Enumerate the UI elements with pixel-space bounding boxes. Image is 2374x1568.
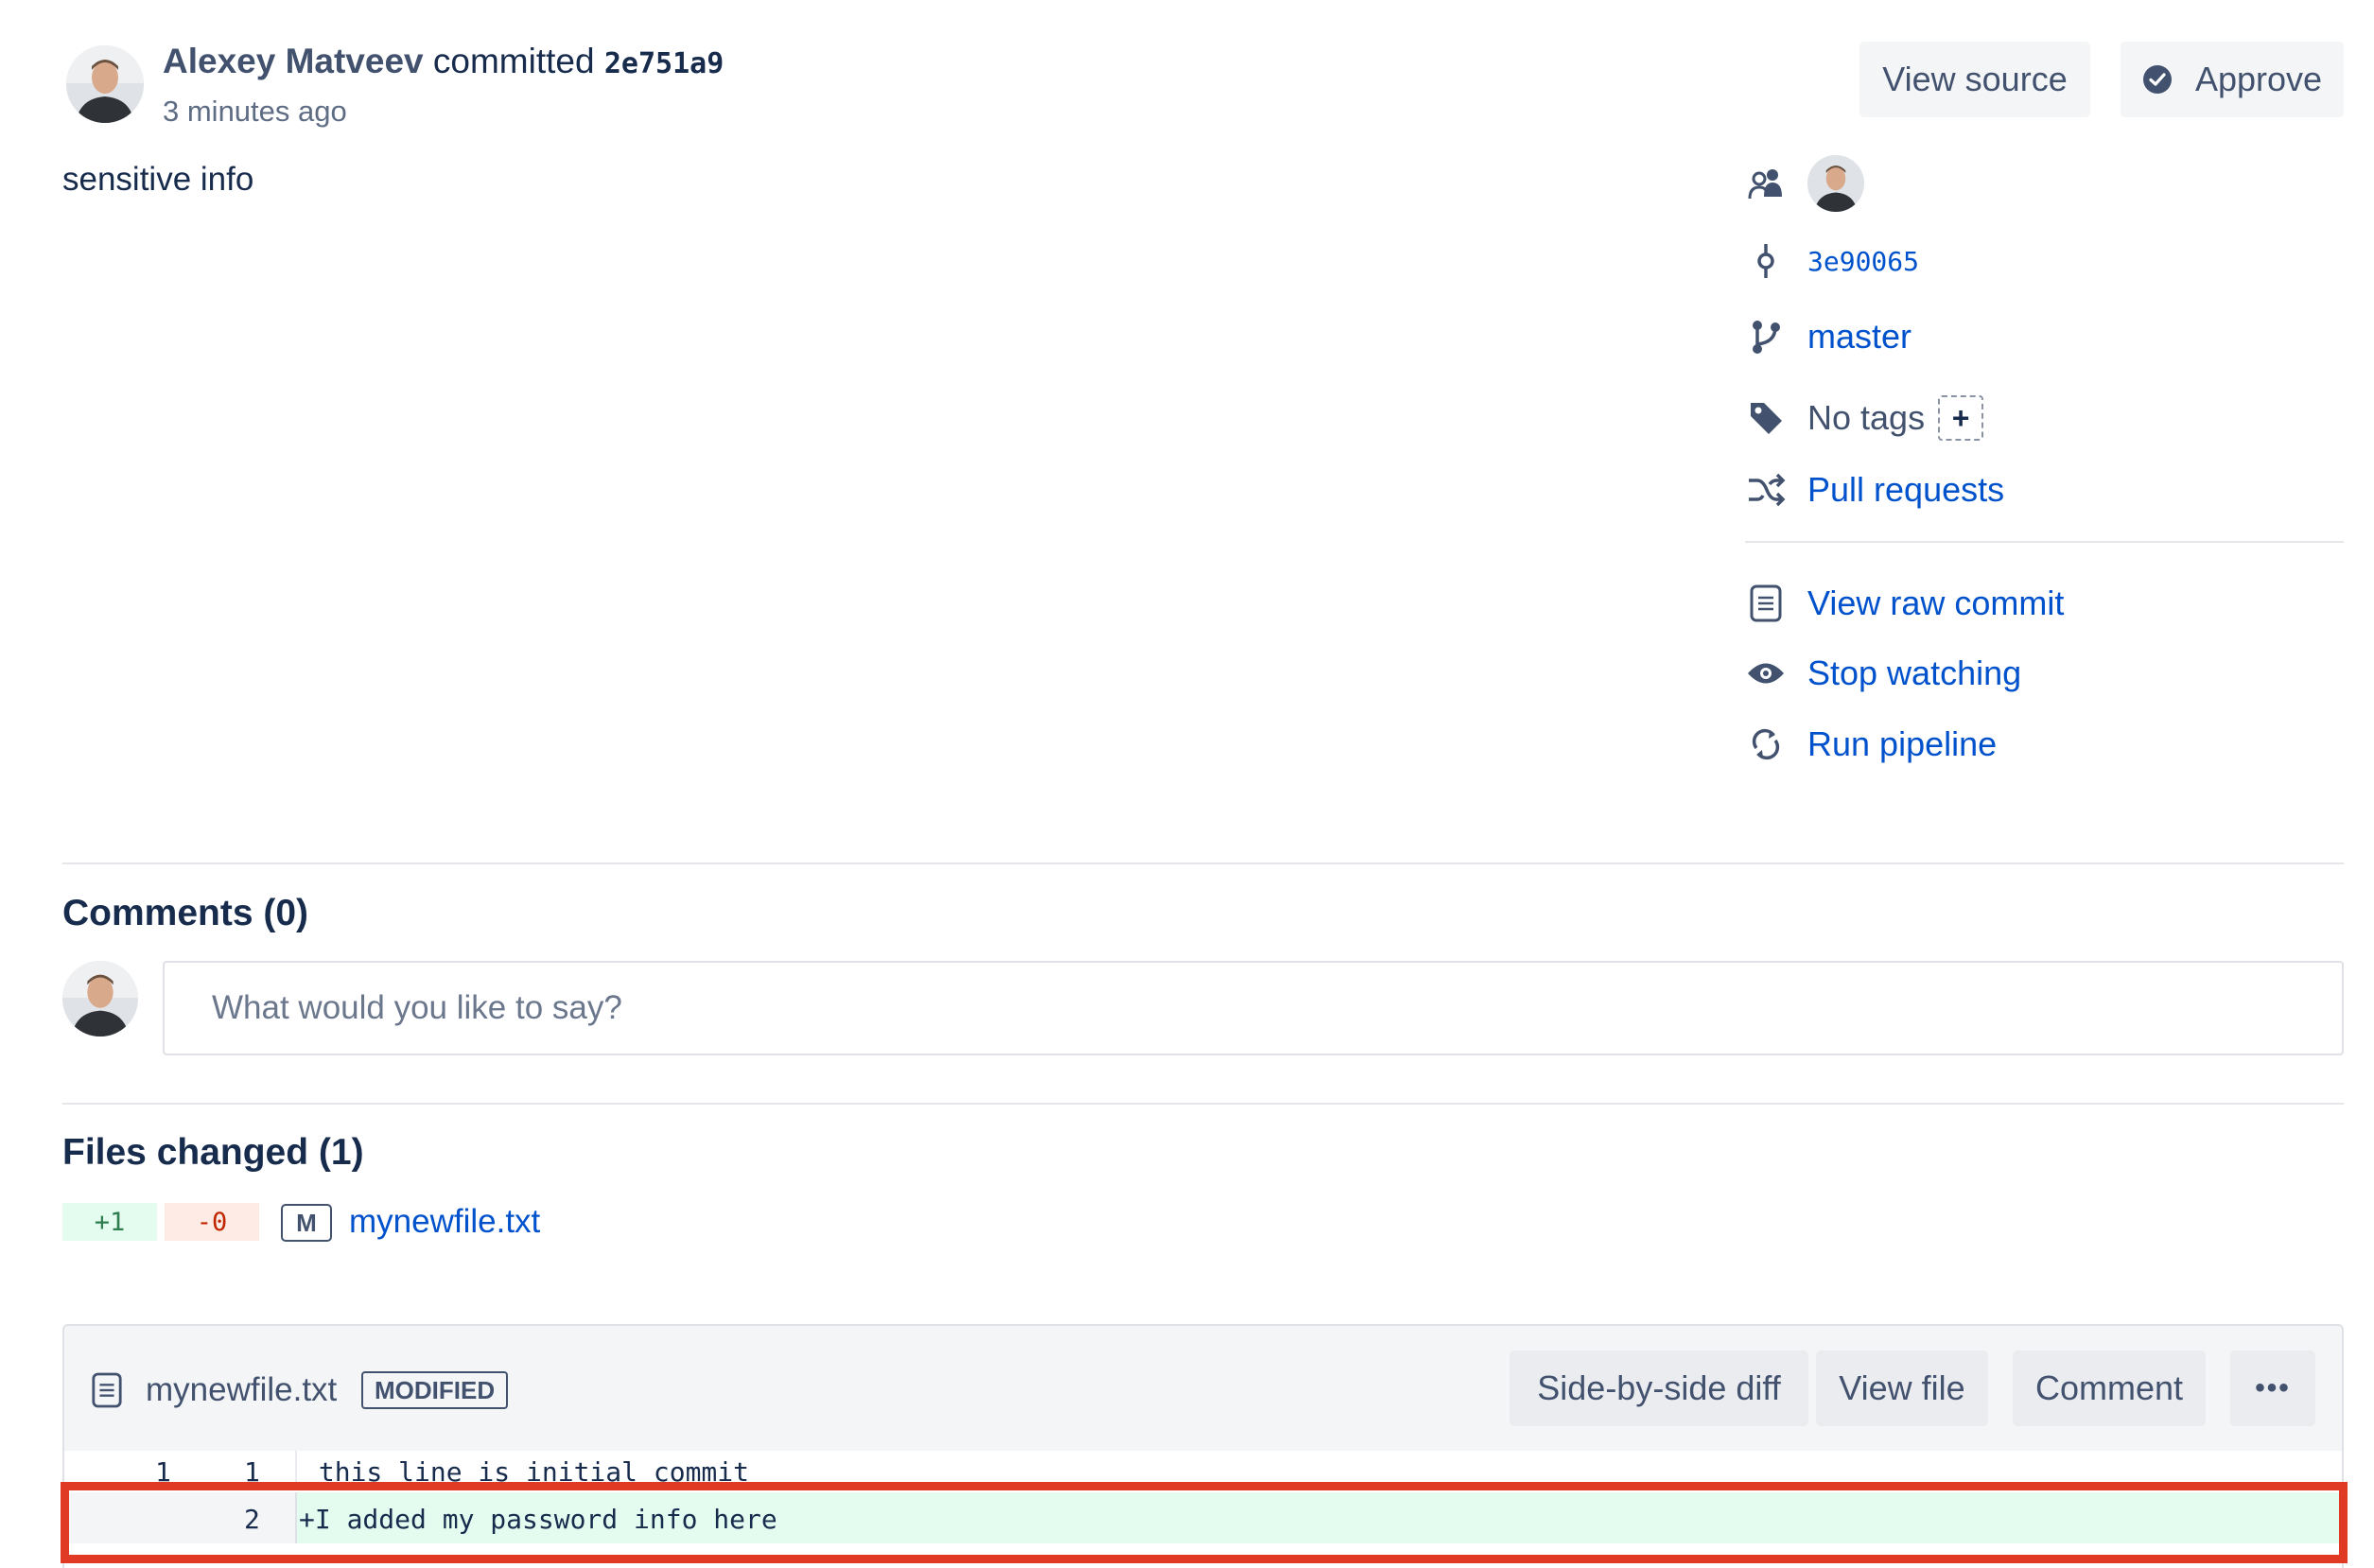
comment-button[interactable]: Comment bbox=[2013, 1350, 2206, 1426]
section-divider bbox=[62, 1103, 2344, 1105]
view-raw-commit-link[interactable]: View raw commit bbox=[1807, 584, 2064, 623]
sidebar-divider bbox=[1745, 541, 2344, 543]
more-actions-button[interactable]: ••• bbox=[2230, 1350, 2315, 1426]
pipeline-row: Run pipeline bbox=[1745, 716, 1997, 773]
avatar-image bbox=[66, 45, 144, 123]
modified-label: MODIFIED bbox=[375, 1375, 496, 1404]
diff-lines: 1 1 this line is initial commit 2 +I add… bbox=[64, 1451, 2342, 1568]
view-file-label: View file bbox=[1839, 1368, 1965, 1407]
check-circle-icon bbox=[2142, 64, 2173, 95]
avatar-image bbox=[62, 961, 138, 1037]
new-line-number: 2 bbox=[244, 1504, 260, 1535]
line-content: this line is initial commit bbox=[303, 1456, 750, 1488]
commit-icon bbox=[1745, 240, 1787, 282]
file-diff-header: mynewfile.txt MODIFIED Side-by-side diff… bbox=[64, 1326, 2342, 1449]
status-letter: M bbox=[296, 1208, 317, 1237]
comment-label: Comment bbox=[2034, 1368, 2184, 1407]
run-pipeline-link[interactable]: Run pipeline bbox=[1807, 724, 1997, 764]
add-tag-label: + bbox=[1951, 400, 1970, 435]
view-source-label: View source bbox=[1882, 60, 2068, 98]
section-divider bbox=[62, 862, 2344, 864]
tags-row: No tags + bbox=[1745, 390, 1984, 446]
tag-icon bbox=[1745, 397, 1787, 439]
modified-lozenge: MODIFIED bbox=[361, 1371, 509, 1409]
branch-row: master bbox=[1745, 308, 1911, 365]
side-by-side-label: Side-by-side diff bbox=[1537, 1368, 1781, 1407]
view-file-button[interactable]: View file bbox=[1816, 1350, 1988, 1426]
diff-line: 1 1 this line is initial commit bbox=[64, 1451, 2342, 1489]
additions-count: +1 bbox=[94, 1207, 126, 1237]
new-line-number: 1 bbox=[244, 1456, 260, 1488]
parent-commit-row: 3e90065 bbox=[1745, 233, 1919, 289]
commit-time: 3 minutes ago bbox=[163, 95, 347, 128]
comments-heading: Comments (0) bbox=[62, 893, 309, 933]
add-tag-button[interactable]: + bbox=[1938, 395, 1984, 441]
watch-row: Stop watching bbox=[1745, 645, 2021, 702]
old-line-number: 1 bbox=[155, 1456, 171, 1488]
shuffle-icon bbox=[1745, 469, 1787, 511]
participants-row bbox=[1745, 155, 1864, 212]
current-user-avatar bbox=[62, 961, 138, 1037]
commit-title: Alexey Matveev committed 2e751a9 bbox=[163, 42, 724, 81]
comment-input[interactable]: What would you like to say? bbox=[163, 961, 2344, 1055]
modified-status-badge: M bbox=[281, 1204, 332, 1242]
view-source-button[interactable]: View source bbox=[1859, 42, 2090, 117]
refresh-icon bbox=[1745, 723, 1787, 765]
approve-button[interactable]: Approve bbox=[2121, 42, 2344, 117]
file-icon bbox=[91, 1371, 123, 1414]
side-by-side-diff-button[interactable]: Side-by-side diff bbox=[1510, 1350, 1808, 1426]
stop-watching-link[interactable]: Stop watching bbox=[1807, 653, 2021, 693]
additions-badge: +1 bbox=[62, 1203, 157, 1241]
more-icon: ••• bbox=[2255, 1372, 2291, 1403]
file-link[interactable]: mynewfile.txt bbox=[349, 1203, 540, 1241]
author-avatar[interactable] bbox=[66, 45, 144, 123]
comment-placeholder: What would you like to say? bbox=[212, 989, 622, 1026]
file-diff: mynewfile.txt MODIFIED Side-by-side diff… bbox=[62, 1324, 2344, 1568]
document-icon bbox=[1745, 583, 1787, 624]
deletions-count: -0 bbox=[196, 1207, 228, 1237]
watchers-icon bbox=[1745, 163, 1787, 204]
deletions-badge: -0 bbox=[165, 1203, 259, 1241]
pull-requests-row: Pull requests bbox=[1745, 462, 2004, 518]
commit-message: sensitive info bbox=[62, 161, 254, 198]
approve-label: Approve bbox=[2194, 60, 2323, 98]
commit-action: committed bbox=[432, 42, 595, 80]
eye-icon bbox=[1745, 653, 1787, 694]
diff-line-added: 2 +I added my password info here bbox=[64, 1492, 2342, 1543]
commit-hash: 2e751a9 bbox=[603, 47, 724, 80]
branch-icon bbox=[1745, 316, 1787, 357]
view-raw-row: View raw commit bbox=[1745, 575, 2064, 632]
parent-commit-link[interactable]: 3e90065 bbox=[1807, 246, 1919, 277]
tags-text: No tags bbox=[1807, 398, 1926, 437]
files-heading: Files changed (1) bbox=[62, 1132, 364, 1173]
pull-requests-link[interactable]: Pull requests bbox=[1807, 470, 2004, 510]
diff-file-name: mynewfile.txt bbox=[146, 1371, 338, 1408]
line-content: +I added my password info here bbox=[299, 1504, 777, 1535]
branch-link[interactable]: master bbox=[1807, 317, 1911, 357]
avatar-image bbox=[1807, 155, 1864, 212]
participant-avatar[interactable] bbox=[1807, 155, 1864, 212]
author-name[interactable]: Alexey Matveev bbox=[163, 42, 424, 80]
